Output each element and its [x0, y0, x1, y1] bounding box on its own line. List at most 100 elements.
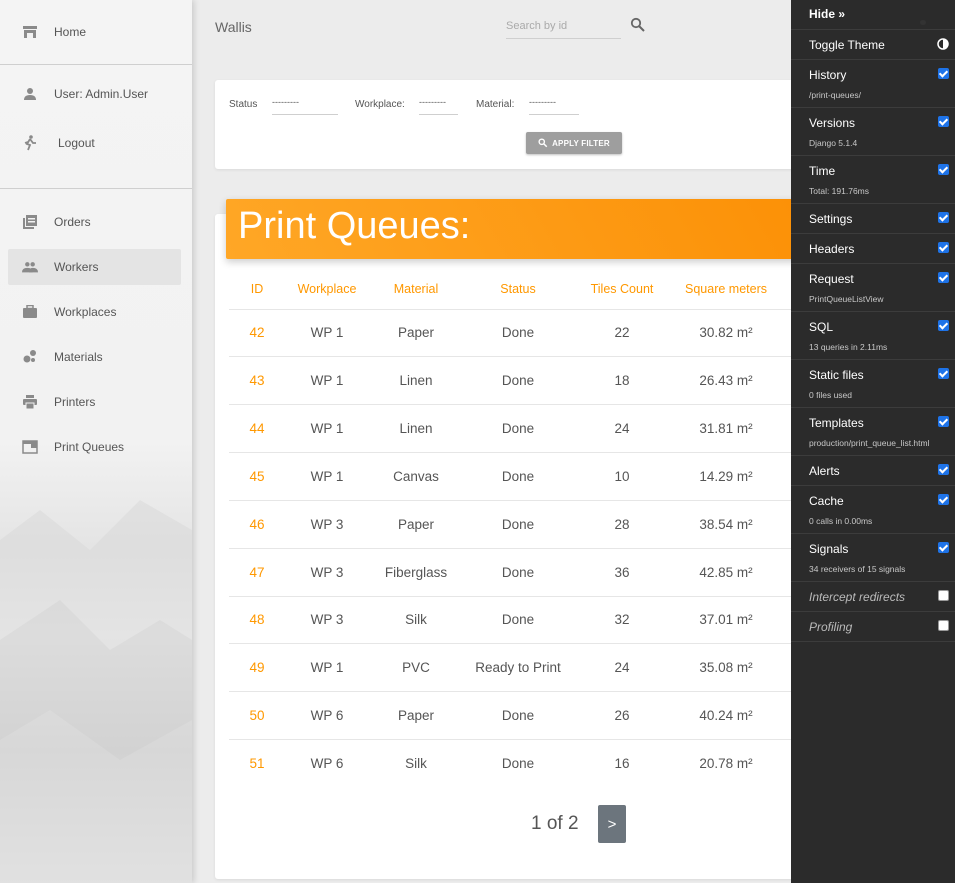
cell-workplace: WP 1: [310, 660, 344, 675]
cell-tiles-count: 32: [614, 612, 630, 627]
debug-panel-request[interactable]: Request PrintQueueListView: [791, 264, 955, 312]
row-divider: [229, 548, 791, 549]
sidebar-item-materials[interactable]: Materials: [8, 339, 181, 375]
debug-panel-checkbox[interactable]: [938, 212, 949, 223]
cell-workplace: WP 1: [310, 325, 344, 340]
theme-toggle-icon[interactable]: [937, 38, 949, 50]
sidebar-item-orders[interactable]: Orders: [8, 204, 181, 240]
workplace-filter-select[interactable]: ---------: [419, 97, 458, 115]
filter-card: [215, 80, 815, 169]
cell-id[interactable]: 45: [237, 469, 277, 484]
debug-panel-subtitle: 0 calls in 0.00ms: [809, 516, 873, 526]
debug-panel-time[interactable]: Time Total: 191.76ms: [791, 156, 955, 204]
cell-id[interactable]: 50: [237, 708, 277, 723]
debug-panel-checkbox[interactable]: [938, 542, 949, 553]
cell-id[interactable]: 51: [237, 756, 277, 771]
debug-panel-title: Profiling: [809, 620, 853, 634]
cell-status: Done: [501, 421, 535, 436]
column-header-id: ID: [250, 282, 264, 296]
debug-panel-checkbox[interactable]: [938, 368, 949, 379]
apply-filter-label: APPLY FILTER: [552, 138, 610, 148]
group-icon: [22, 259, 38, 275]
debug-panel-checkbox[interactable]: [938, 242, 949, 253]
header-divider: [229, 309, 791, 310]
debug-panel-title: SQL: [809, 320, 834, 334]
material-filter-select[interactable]: ---------: [529, 97, 579, 115]
search-input[interactable]: Search by id: [506, 17, 621, 39]
cell-id[interactable]: 43: [237, 373, 277, 388]
debug-panel-versions[interactable]: Versions Django 5.1.4: [791, 108, 955, 156]
debug-panel-subtitle: PrintQueueListView: [809, 294, 884, 304]
debug-toolbar-toggle-theme[interactable]: Toggle Theme: [791, 30, 955, 60]
cell-id[interactable]: 46: [237, 517, 277, 532]
debug-panel-subtitle: production/print_queue_list.html: [809, 438, 930, 448]
cell-id[interactable]: 48: [237, 612, 277, 627]
debug-panel-checkbox[interactable]: [938, 494, 949, 505]
debug-panel-checkbox[interactable]: [938, 272, 949, 283]
debug-panel-checkbox[interactable]: [938, 164, 949, 175]
sidebar-item-label: Print Queues: [54, 440, 125, 454]
debug-toolbar: Hide » Toggle Theme History/print-queues…: [791, 0, 955, 883]
cell-square-meters: 14.29 m²: [699, 469, 753, 484]
table-card: [215, 214, 815, 879]
debug-panel-checkbox[interactable]: [938, 320, 949, 331]
debug-panel-title: Headers: [809, 242, 855, 256]
debug-panel-checkbox[interactable]: [938, 416, 949, 427]
debug-panel-profiling[interactable]: Profiling: [791, 612, 955, 642]
debug-panel-checkbox[interactable]: [938, 590, 949, 601]
debug-panel-checkbox[interactable]: [938, 68, 949, 79]
cell-id[interactable]: 42: [237, 325, 277, 340]
library-books-icon: [22, 214, 38, 230]
divider: [0, 64, 192, 65]
row-divider: [229, 643, 791, 644]
debug-panel-sql[interactable]: SQL 13 queries in 2.11ms: [791, 312, 955, 360]
apply-filter-button[interactable]: APPLY FILTER: [526, 132, 622, 154]
debug-panel-title: Versions: [809, 116, 856, 130]
status-filter-select[interactable]: ---------: [272, 97, 338, 115]
cell-material: Paper: [397, 517, 435, 532]
sidebar-item-user[interactable]: User: Admin.User: [8, 76, 181, 112]
cell-tiles-count: 24: [614, 421, 630, 436]
cell-tiles-count: 28: [614, 517, 630, 532]
sidebar-item-printers[interactable]: Printers: [8, 384, 181, 420]
debug-panel-settings[interactable]: Settings: [791, 204, 955, 234]
workplace-filter-label: Workplace:: [355, 99, 405, 110]
cell-status: Done: [501, 756, 535, 771]
page-title: Print Queues:: [238, 205, 471, 247]
cell-id[interactable]: 49: [237, 660, 277, 675]
row-divider: [229, 452, 791, 453]
sidebar-item-workplaces[interactable]: Workplaces: [8, 294, 181, 330]
debug-panel-static-files[interactable]: Static files 0 files used: [791, 360, 955, 408]
cell-workplace: WP 6: [310, 708, 344, 723]
search-icon[interactable]: [630, 17, 646, 33]
debug-toolbar-hide[interactable]: Hide »: [791, 0, 955, 30]
debug-panel-checkbox[interactable]: [938, 116, 949, 127]
cell-status: Done: [501, 612, 535, 627]
next-page-button[interactable]: >: [598, 805, 626, 843]
pagination-info: 1 of 2: [531, 813, 579, 834]
sidebar-item-print-queues[interactable]: Print Queues: [8, 429, 181, 465]
person-icon: [22, 86, 38, 102]
hide-toolbar-link[interactable]: Hide »: [809, 7, 845, 21]
debug-panel-checkbox[interactable]: [938, 620, 949, 631]
debug-panel-title: History: [809, 68, 847, 82]
debug-panel-history[interactable]: History/print-queues/: [791, 60, 955, 108]
cell-material: Linen: [399, 373, 433, 388]
sidebar-item-workers[interactable]: Workers: [8, 249, 181, 285]
sidebar-item-home[interactable]: Home: [8, 14, 181, 50]
cell-material: PVC: [402, 660, 430, 675]
row-divider: [229, 596, 791, 597]
debug-panel-title: Signals: [809, 542, 849, 556]
debug-panel-alerts[interactable]: Alerts: [791, 456, 955, 486]
debug-panel-checkbox[interactable]: [938, 464, 949, 475]
debug-panel-intercept-redirects[interactable]: Intercept redirects: [791, 582, 955, 612]
cell-square-meters: 35.08 m²: [699, 660, 753, 675]
debug-panel-signals[interactable]: Signals 34 receivers of 15 signals: [791, 534, 955, 582]
sidebar-item-logout[interactable]: Logout: [8, 125, 181, 161]
cell-id[interactable]: 44: [237, 421, 277, 436]
debug-panel-cache[interactable]: Cache 0 calls in 0.00ms: [791, 486, 955, 534]
debug-panel-templates[interactable]: Templates production/print_queue_list.htm…: [791, 408, 955, 456]
debug-panel-headers[interactable]: Headers: [791, 234, 955, 264]
cell-id[interactable]: 47: [237, 565, 277, 580]
brand-title[interactable]: Wallis: [215, 19, 252, 35]
